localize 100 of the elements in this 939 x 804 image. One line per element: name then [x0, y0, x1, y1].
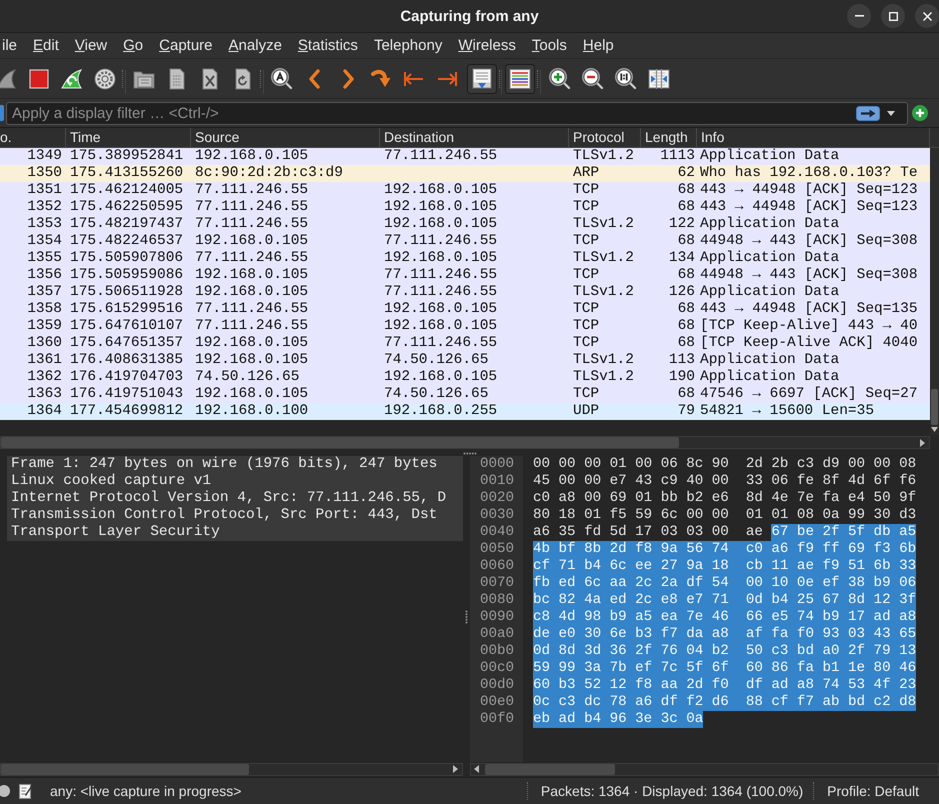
- detail-row[interactable]: Transmission Control Protocol, Src Port: 443, Dst: [7, 507, 463, 524]
- packet-row[interactable]: 1357 175.506511928 192.168.0.105 77.111.246.55 TLSv1.2 126 Application Data: [0, 284, 930, 301]
- packet-row[interactable]: 1358 175.615299516 77.111.246.55 192.168.0.105 TCP 68 443 → 44948 [ACK] Seq=135: [0, 301, 930, 318]
- menu-item[interactable]: Help: [574, 34, 622, 56]
- color-lines-icon[interactable]: [505, 64, 535, 94]
- hex-bytes[interactable]: 00 00 00 01 00 06 8c 90 2d 2b c3 d9 00 00 08: [533, 456, 916, 473]
- horizontal-scrollbar[interactable]: [0, 436, 930, 449]
- scroll-right-icon[interactable]: [920, 438, 925, 446]
- menu-item[interactable]: Analyze: [220, 34, 290, 56]
- hex-bytes[interactable]: c0 a8 00 69 01 bb b2 e6 8d 4e 7e fa e4 50 9f: [533, 490, 916, 507]
- packet-number: 1353: [27, 216, 62, 233]
- menu-item[interactable]: Go: [115, 34, 152, 56]
- hex-bytes[interactable]: a6 35 fd 5d 17 03 03 00 ae: [533, 524, 763, 541]
- search-icon[interactable]: [270, 66, 294, 90]
- packet-info: 443 → 44948 [ACK] Seq=123: [700, 182, 918, 199]
- capture-status: any: <live capture in progress>: [50, 783, 242, 799]
- packet-row[interactable]: 1361 176.408631385 192.168.0.105 74.50.126.65 TLSv1.2 113 Application Data: [0, 352, 930, 369]
- column-header[interactable]: o.: [0, 128, 66, 147]
- detail-row[interactable]: Internet Protocol Version 4, Src: 77.111.246.55, D: [7, 490, 463, 507]
- scrollbar-thumb[interactable]: [931, 389, 938, 425]
- selected-hex-bytes[interactable]: fb ed 6c aa 2c 2a df 54 00 10 0e ef 38 b9 06: [533, 575, 916, 592]
- column-header[interactable]: Destination: [380, 128, 569, 147]
- selected-hex-bytes[interactable]: de e0 30 6e b3 f7 da a8 af fa f0 93 03 43 65: [533, 626, 916, 643]
- selected-hex-bytes[interactable]: 0d 8d 3d 36 2f 76 04 b2 50 c3 bd a0 2f 79 13: [533, 643, 916, 660]
- packet-row[interactable]: 1355 175.505907806 77.111.246.55 192.168.0.105 TLSv1.2 134 Application Data: [0, 250, 930, 267]
- profile-label[interactable]: Profile: Default: [827, 783, 919, 799]
- column-header[interactable]: Length: [641, 128, 697, 147]
- timestamp: 175.462250595: [70, 199, 184, 216]
- column-resize-icon[interactable]: [647, 66, 671, 90]
- menu-item[interactable]: Wireless: [450, 34, 524, 56]
- packet-row[interactable]: 1364 177.454699812 192.168.0.100 192.168.0.255 UDP 79 54821 → 15600 Len=35: [0, 403, 930, 420]
- horizontal-scrollbar[interactable]: [470, 762, 939, 776]
- menu-item[interactable]: Telephony: [366, 34, 450, 56]
- plus-icon[interactable]: [912, 105, 928, 121]
- close-button[interactable]: [915, 4, 939, 28]
- grip-icon[interactable]: [462, 452, 476, 454]
- selected-hex-bytes[interactable]: cf 71 b4 6c ee 27 9a 18 cb 11 ae f9 51 6b 33: [533, 558, 916, 575]
- selected-hex-bytes[interactable]: eb ad b4 96 3e 3c 0a: [533, 711, 704, 728]
- selected-hex-bytes[interactable]: 4b bf 8b 2d f8 9a 56 74 c0 a6 f9 ff 69 f3 6b: [533, 541, 916, 558]
- selected-hex-bytes[interactable]: 59 99 3a 7b ef 7c 5f 6f 60 86 fa b1 1e 80 46: [533, 660, 916, 677]
- scroll-right-icon[interactable]: [453, 765, 458, 773]
- packet-row[interactable]: 1356 175.505959086 192.168.0.105 77.111.246.55 TCP 68 44948 → 443 [ACK] Seq=308: [0, 267, 930, 284]
- source-address: 77.111.246.55: [195, 301, 308, 318]
- packet-info: Application Data: [700, 352, 840, 369]
- fin-refresh-icon[interactable]: [60, 66, 84, 90]
- hex-bytes[interactable]: 45 00 00 e7 43 c9 40 00 33 06 fe 8f 4d 6f f6: [533, 473, 916, 490]
- packet-row[interactable]: 1350 175.413155260 8c:90:2d:2b:c3:d9 ARP 62 Who has 192.168.0.103? Te: [0, 165, 930, 182]
- horizontal-scrollbar[interactable]: [0, 762, 463, 776]
- zoom-out-icon[interactable]: [581, 66, 605, 90]
- packet-length: 190: [668, 369, 695, 386]
- protocol-name: UDP: [573, 403, 600, 420]
- selected-hex-bytes[interactable]: 60 b3 52 12 f8 aa 2d f0 df ad a8 74 53 4f 23: [533, 677, 916, 694]
- column-header[interactable]: Source: [191, 128, 380, 147]
- hex-bytes[interactable]: 80 18 01 f5 59 6c 00 00 01 01 08 0a 99 30 d3: [533, 507, 916, 524]
- zoom-in-icon[interactable]: [548, 66, 572, 90]
- detail-row[interactable]: Frame 1: 247 bytes on wire (1976 bits), 247 bytes: [7, 456, 463, 473]
- hex-offset: 00f0: [480, 711, 514, 728]
- menu-item[interactable]: Statistics: [290, 34, 366, 56]
- selected-hex-bytes[interactable]: 0c c3 dc 78 a6 df f2 d6 88 cf f7 ab bd c2 d8: [533, 694, 916, 711]
- column-header[interactable]: Info: [697, 128, 930, 147]
- detail-row[interactable]: Linux cooked capture v1: [7, 473, 463, 490]
- selected-hex-bytes[interactable]: c8 4d 98 b9 a5 ea 7e 46 66 e5 74 b9 17 ad a8: [533, 609, 916, 626]
- timestamp: 176.419704703: [70, 369, 184, 386]
- packet-row[interactable]: 1351 175.462124005 77.111.246.55 192.168.0.105 TCP 68 443 → 44948 [ACK] Seq=123: [0, 182, 930, 199]
- menu-item[interactable]: Capture: [151, 34, 221, 56]
- timestamp: 176.408631385: [70, 352, 184, 369]
- selected-hex-bytes[interactable]: bc 82 4a ed 2c e8 e7 71 0d b4 25 67 8d 12 3f: [533, 592, 916, 609]
- scrollbar-thumb[interactable]: [1, 437, 679, 448]
- packet-row[interactable]: 1353 175.482197437 77.111.246.55 192.168.0.105 TLSv1.2 122 Application Data: [0, 216, 930, 233]
- scrollbar-thumb[interactable]: [1, 764, 249, 774]
- packet-length: 79: [678, 403, 695, 420]
- scroll-down-icon[interactable]: [931, 427, 938, 432]
- column-header[interactable]: Protocol: [569, 128, 641, 147]
- menu-item[interactable]: Edit: [25, 34, 67, 56]
- packet-number: 1351: [27, 182, 62, 199]
- stop-icon[interactable]: [27, 66, 51, 90]
- detail-row[interactable]: Transport Layer Security: [7, 524, 463, 541]
- selected-hex-bytes[interactable]: 67 be 2f 5f db a5: [771, 524, 916, 541]
- packet-row[interactable]: 1349 175.389952841 192.168.0.105 77.111.246.55 TLSv1.2 1113 Application Data: [0, 148, 930, 165]
- packet-row[interactable]: 1354 175.482246537 192.168.0.105 77.111.246.55 TCP 68 44948 → 443 [ACK] Seq=308: [0, 233, 930, 250]
- scrollbar-thumb[interactable]: [485, 764, 615, 774]
- grip-icon[interactable]: [465, 610, 468, 624]
- menu-item[interactable]: ile: [0, 34, 26, 56]
- minimize-button[interactable]: [847, 4, 871, 28]
- menu-item[interactable]: View: [66, 34, 116, 56]
- destination-address: 192.168.0.105: [384, 182, 498, 199]
- packet-row[interactable]: 1360 175.647651357 192.168.0.105 77.111.246.55 TCP 68 [TCP Keep-Alive ACK] 4040: [0, 335, 930, 352]
- vertical-scrollbar[interactable]: [930, 148, 939, 435]
- maximize-button[interactable]: [881, 4, 905, 28]
- packet-row[interactable]: 1363 176.419751043 192.168.0.105 74.50.126.65 TCP 68 47546 → 6697 [ACK] Seq=27: [0, 386, 930, 403]
- scroll-left-icon[interactable]: [474, 765, 479, 773]
- zoom-reset-icon[interactable]: [614, 66, 638, 90]
- menu-item[interactable]: Tools: [524, 34, 575, 56]
- column-header[interactable]: Time: [66, 128, 191, 147]
- packet-row[interactable]: 1359 175.647610107 77.111.246.55 192.168.0.105 TCP 68 [TCP Keep-Alive] 443 → 40: [0, 318, 930, 335]
- gear-icon[interactable]: [93, 66, 117, 90]
- packet-info: Application Data: [700, 284, 840, 301]
- packet-row[interactable]: 1362 176.419704703 74.50.126.65 192.168.0.105 TLSv1.2 190 Application Data: [0, 369, 930, 386]
- packet-row[interactable]: 1352 175.462250595 77.111.246.55 192.168.0.105 TCP 68 443 → 44948 [ACK] Seq=123: [0, 199, 930, 216]
- notes-icon[interactable]: [19, 783, 32, 799]
